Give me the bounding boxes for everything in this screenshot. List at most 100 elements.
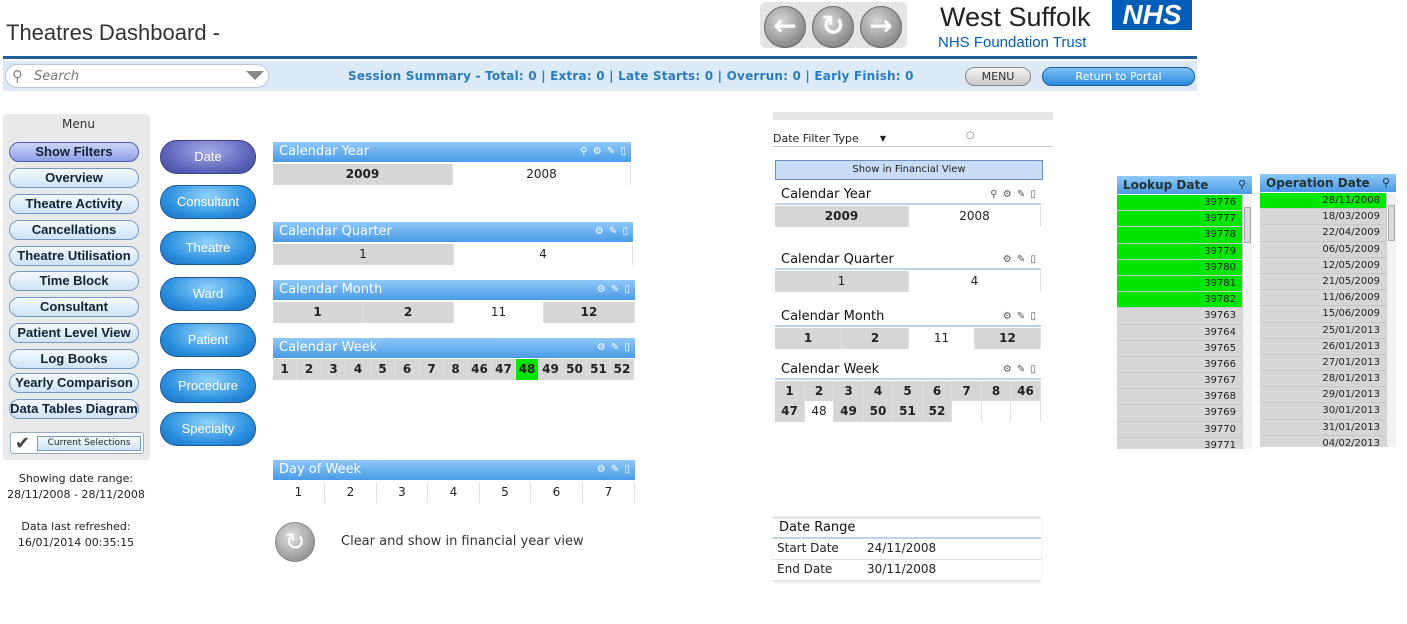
menu-item-data-tables-diagram[interactable]: Data Tables Diagram	[9, 399, 139, 419]
list-item[interactable]: 7	[952, 381, 982, 402]
list-item[interactable]: 39780	[1117, 259, 1242, 276]
list-item[interactable]: 11	[454, 302, 544, 323]
list-item[interactable]: 3	[377, 482, 428, 503]
listbox-tools-icon[interactable]: ⚲ ⚙ ✎ ▯	[990, 185, 1037, 205]
list-item[interactable]: 1	[775, 328, 842, 349]
list-item[interactable]: 04/02/2013	[1260, 436, 1386, 447]
menu-item-theatre-activity[interactable]: Theatre Activity	[9, 194, 139, 214]
list-item[interactable]: 46	[468, 359, 492, 380]
list-item-selected[interactable]: 48	[516, 359, 539, 380]
list-item[interactable]: 2	[297, 359, 322, 380]
list-item[interactable]: 50	[864, 401, 893, 422]
list-item[interactable]: 3	[834, 381, 864, 402]
listbox-tools-icon[interactable]: ⚙ ✎ ▯	[1003, 307, 1037, 327]
list-item[interactable]: 26/01/2013	[1260, 339, 1386, 355]
list-item[interactable]: 39778	[1117, 227, 1242, 244]
chevron-down-icon[interactable]: ▼	[880, 130, 886, 147]
list-item[interactable]: 1	[273, 359, 297, 380]
arrow-right-icon[interactable]: →	[860, 6, 902, 48]
menu-item-consultant[interactable]: Consultant	[9, 297, 139, 317]
list-item[interactable]: 1	[775, 271, 909, 292]
list-item[interactable]: 2009	[273, 164, 453, 185]
list-item[interactable]: 6	[923, 381, 952, 402]
list-item[interactable]: 51	[587, 359, 611, 380]
list-item[interactable]: 12	[975, 328, 1041, 349]
search-box[interactable]: ⚲	[5, 64, 269, 88]
list-item[interactable]: 12/05/2009	[1260, 258, 1386, 274]
list-item[interactable]: 15/06/2009	[1260, 306, 1386, 323]
list-item[interactable]: 2008	[909, 206, 1041, 227]
list-item[interactable]: 2	[842, 328, 909, 349]
listbox-tools-icon[interactable]: ⚙ ✎ ▯	[597, 460, 631, 480]
list-item[interactable]: 6	[395, 359, 420, 380]
list-item[interactable]: 11/06/2009	[1260, 290, 1386, 307]
list-item[interactable]: 7	[583, 482, 635, 503]
search-icon[interactable]: ⚲	[1238, 176, 1246, 194]
list-item[interactable]: 39770	[1117, 422, 1242, 438]
list-item[interactable]: 4	[864, 381, 893, 402]
list-item[interactable]: 2	[363, 302, 454, 323]
list-item[interactable]: 51	[893, 401, 923, 422]
listbox-tools-icon[interactable]: ⚲ ⚙ ✎ ▯	[580, 142, 627, 162]
tab-procedure[interactable]: Procedure	[160, 369, 256, 403]
tab-date[interactable]: Date	[160, 140, 256, 174]
clear-refresh-icon[interactable]: ↻	[275, 522, 315, 562]
list-item[interactable]: 39765	[1117, 341, 1242, 357]
list-item[interactable]: 39777	[1117, 211, 1242, 228]
menu-item-overview[interactable]: Overview	[9, 168, 139, 188]
list-item[interactable]: 39781	[1117, 275, 1242, 293]
list-item[interactable]: 2	[325, 482, 377, 503]
listbox-tools-icon[interactable]: ⚙ ✎ ▯	[1003, 250, 1037, 270]
list-item[interactable]: 4	[909, 271, 1041, 292]
tab-patient[interactable]: Patient	[160, 323, 256, 357]
list-item[interactable]: 4	[454, 244, 633, 265]
menu-item-patient-level-view[interactable]: Patient Level View	[9, 323, 139, 343]
list-item[interactable]: 48	[805, 401, 834, 422]
scrollbar[interactable]	[1242, 195, 1252, 449]
list-item[interactable]: 31/01/2013	[1260, 420, 1386, 436]
listbox-tools-icon[interactable]: ⚙ ✎ ▯	[595, 222, 629, 242]
list-item[interactable]: 6	[531, 482, 583, 503]
list-item[interactable]: 50	[563, 359, 587, 380]
scrollbar[interactable]	[1386, 193, 1396, 447]
list-item[interactable]: 22/04/2009	[1260, 225, 1386, 242]
search-input[interactable]	[32, 67, 232, 85]
list-item[interactable]: 39782	[1117, 292, 1242, 309]
list-item[interactable]: 5	[480, 482, 531, 503]
menu-item-theatre-utilisation[interactable]: Theatre Utilisation	[9, 246, 139, 266]
list-item[interactable]: 1	[273, 302, 363, 323]
tab-consultant[interactable]: Consultant	[160, 185, 256, 219]
tab-ward[interactable]: Ward	[160, 277, 256, 311]
scrollbar-thumb[interactable]	[1388, 205, 1395, 241]
return-to-portal-button[interactable]: Return to Portal	[1042, 67, 1195, 86]
menu-item-cancellations[interactable]: Cancellations	[9, 220, 139, 240]
search-icon[interactable]: ⚲	[1382, 174, 1390, 192]
list-item[interactable]: 7	[420, 359, 444, 380]
list-item[interactable]: 4	[346, 359, 371, 380]
listbox-tools-icon[interactable]: ⚙ ✎ ▯	[597, 338, 631, 358]
list-item[interactable]: 12	[544, 302, 635, 323]
list-item[interactable]: 28/01/2013	[1260, 371, 1386, 388]
list-item[interactable]: 46	[1011, 381, 1041, 402]
list-item[interactable]: 39766	[1117, 357, 1242, 374]
list-item[interactable]: 39776	[1117, 195, 1242, 212]
list-item[interactable]: 27/01/2013	[1260, 355, 1386, 372]
list-item[interactable]: 5	[371, 359, 395, 380]
list-item[interactable]: 30/01/2013	[1260, 403, 1386, 420]
list-item[interactable]: 39763	[1117, 308, 1242, 325]
list-item[interactable]: 47	[492, 359, 516, 380]
list-item[interactable]: 2	[805, 381, 834, 402]
list-item[interactable]: 06/05/2009	[1260, 242, 1386, 258]
list-item[interactable]: 4	[428, 482, 480, 503]
list-item[interactable]: 52	[611, 359, 634, 380]
listbox-tools-icon[interactable]: ⚙ ✎ ▯	[1003, 360, 1037, 380]
list-item[interactable]: 11	[909, 328, 975, 349]
list-item[interactable]: 49	[539, 359, 563, 380]
list-item[interactable]: 1	[775, 381, 805, 402]
list-item[interactable]: 25/01/2013	[1260, 323, 1386, 339]
list-item[interactable]: 39779	[1117, 243, 1242, 260]
show-financial-view-button[interactable]: Show in Financial View	[775, 160, 1043, 180]
menu-item-log-books[interactable]: Log Books	[9, 349, 139, 369]
arrow-left-icon[interactable]: ←	[764, 6, 806, 48]
list-item[interactable]: 2009	[775, 206, 909, 227]
